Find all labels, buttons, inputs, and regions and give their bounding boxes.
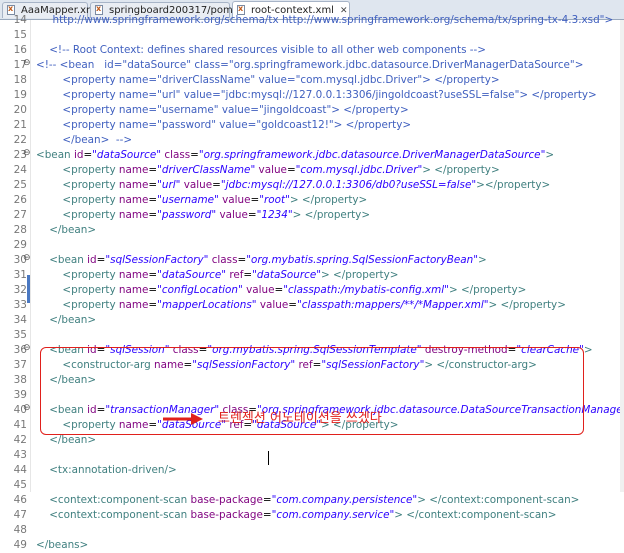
code-text: <bean id="dataSource" class="org.springf… [36, 149, 555, 161]
code-line[interactable]: 18 <property name="driverClassName" valu… [0, 73, 624, 88]
code-text: <context:component-scan base-package="co… [36, 494, 580, 506]
code-text: </bean> [36, 314, 97, 326]
line-number: 35 [13, 329, 27, 341]
line-number: 24 [13, 164, 27, 176]
code-text: <tx:annotation-driven/> [36, 464, 177, 476]
code-line[interactable]: 44 <tx:annotation-driven/> [0, 463, 624, 478]
code-text: <property name="driverClassName" value="… [36, 74, 500, 86]
fold-toggle-icon[interactable]: ⊖ [23, 148, 31, 158]
code-text: </beans> [36, 539, 89, 551]
code-text: </bean> [36, 434, 97, 446]
line-number: 42 [13, 434, 27, 446]
code-text: <property name="password" value="1234"> … [36, 209, 371, 221]
line-number: 45 [13, 479, 27, 491]
line-number: 29 [13, 239, 27, 251]
code-text: </bean> --> [36, 134, 133, 146]
code-text: <property name="dataSource" ref="dataSou… [36, 269, 399, 281]
code-text: <property name="mapperLocations" value="… [36, 299, 566, 311]
line-number: 25 [13, 179, 27, 191]
line-number: 46 [13, 494, 27, 506]
code-line[interactable]: 27 <property name="password" value="1234… [0, 208, 624, 223]
line-number: 15 [13, 29, 27, 41]
code-text: <property name="driverClassName" value="… [36, 164, 500, 176]
code-line[interactable]: 43 [0, 448, 624, 463]
code-line[interactable]: 26 <property name="username" value="root… [0, 193, 624, 208]
line-number: 20 [13, 104, 27, 116]
code-line[interactable]: 20 <property name="username" value="jing… [0, 103, 624, 118]
line-number: 27 [13, 209, 27, 221]
arrow-icon [163, 413, 203, 425]
code-line[interactable]: 42 </bean> [0, 433, 624, 448]
line-number: 48 [13, 524, 27, 536]
line-number: 37 [13, 359, 27, 371]
line-number: 28 [13, 224, 27, 236]
line-number: 14 [13, 14, 27, 26]
code-line[interactable]: 49 </beans> [0, 538, 624, 553]
code-line[interactable]: 22 </bean> --> [0, 133, 624, 148]
line-number: 18 [13, 74, 27, 86]
vertical-scrollbar[interactable] [620, 20, 624, 492]
code-text: <property name="url" value="jdbc:mysql:/… [36, 179, 551, 191]
code-text: <property name="configLocation" value="c… [36, 284, 527, 296]
code-line[interactable]: 21 <property name="password" value="gold… [0, 118, 624, 133]
code-text: <!-- <bean id="dataSource" class="org.sp… [36, 59, 584, 71]
code-text: <property name="username" value="root"> … [36, 194, 368, 206]
code-line[interactable]: 46 <context:component-scan base-package=… [0, 493, 624, 508]
line-number: 49 [13, 539, 27, 551]
code-line[interactable]: 30 ⊖ <bean id="sqlSessionFactory" class="… [0, 253, 624, 268]
fold-toggle-icon[interactable]: ⊖ [23, 403, 31, 413]
line-number: 38 [13, 374, 27, 386]
text-cursor [268, 451, 269, 465]
line-number: 41 [13, 419, 27, 431]
code-text: <context:component-scan base-package="co… [36, 509, 557, 521]
code-line[interactable]: 25 <property name="url" value="jdbc:mysq… [0, 178, 624, 193]
line-number: 33 [13, 299, 27, 311]
line-number: 32 [13, 284, 27, 296]
code-line[interactable]: 35 [0, 328, 624, 343]
code-line[interactable]: 31 <property name="dataSource" ref="data… [0, 268, 624, 283]
line-number: 26 [13, 194, 27, 206]
code-line[interactable]: 34 </bean> [0, 313, 624, 328]
code-line[interactable]: 47 <context:component-scan base-package=… [0, 508, 624, 523]
code-text: <!-- Root Context: defines shared resour… [36, 44, 486, 56]
line-number: 34 [13, 314, 27, 326]
code-line[interactable]: 45 [0, 478, 624, 493]
code-text: <property name="username" value="jingold… [36, 104, 409, 116]
code-editor[interactable]: 14 http://www.springframework.org/schema… [0, 14, 624, 551]
line-number: 47 [13, 509, 27, 521]
code-line[interactable]: 16 <!-- Root Context: defines shared res… [0, 43, 624, 58]
line-number: 39 [13, 389, 27, 401]
line-number: 21 [13, 119, 27, 131]
code-line[interactable]: 14 http://www.springframework.org/schema… [0, 13, 624, 28]
line-number: 44 [13, 464, 27, 476]
code-line[interactable]: 23 ⊖ <bean id="dataSource" class="org.spri… [0, 148, 624, 163]
line-number: 19 [13, 89, 27, 101]
code-line[interactable]: 28 </bean> [0, 223, 624, 238]
annotation-text: 트렌젝션 어노테이션을 쓰겠다 [218, 411, 382, 426]
code-line[interactable]: 17 ⊖ <!-- <bean id="dataSource" class="org… [0, 58, 624, 73]
line-number: 43 [13, 449, 27, 461]
code-line[interactable]: 15 [0, 28, 624, 43]
fold-toggle-icon[interactable]: ⊖ [23, 343, 31, 353]
code-line[interactable]: 32 <property name="configLocation" value… [0, 283, 624, 298]
code-text: </bean> [36, 224, 97, 236]
line-number: 16 [13, 44, 27, 56]
code-text: <property name="url" value="jdbc:mysql:/… [36, 89, 597, 101]
code-line[interactable]: 33 <property name="mapperLocations" valu… [0, 298, 624, 313]
fold-toggle-icon[interactable]: ⊖ [23, 58, 31, 68]
code-text: <bean id="sqlSessionFactory" class="org.… [36, 254, 487, 266]
code-text: http://www.springframework.org/schema/tx… [36, 14, 614, 26]
code-line[interactable]: 48 [0, 523, 624, 538]
code-line[interactable]: 24 <property name="driverClassName" valu… [0, 163, 624, 178]
line-number: 22 [13, 134, 27, 146]
line-number: 31 [13, 269, 27, 281]
code-text: <property name="password" value="goldcoa… [36, 119, 412, 131]
fold-toggle-icon[interactable]: ⊖ [23, 253, 31, 263]
code-line[interactable]: 29 [0, 238, 624, 253]
code-line[interactable]: 19 <property name="url" value="jdbc:mysq… [0, 88, 624, 103]
